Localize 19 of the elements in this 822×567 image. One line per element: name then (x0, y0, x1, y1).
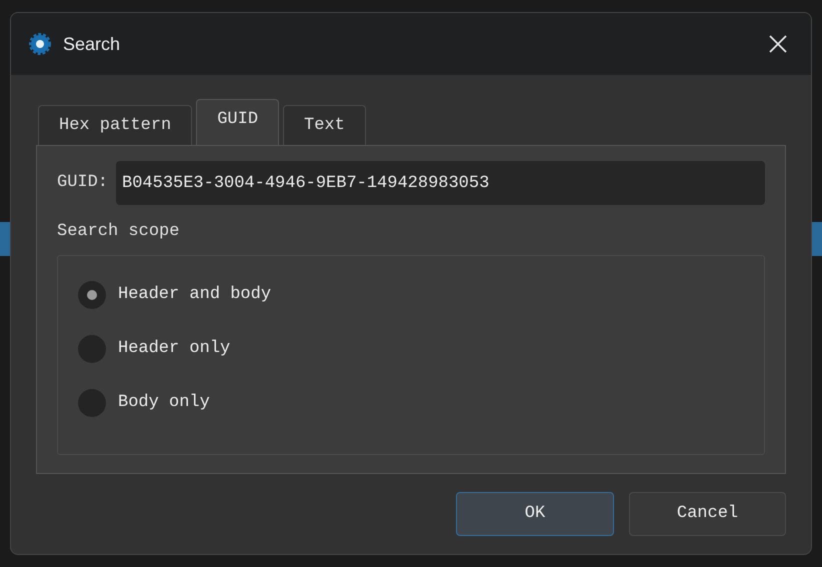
gear-icon (29, 33, 51, 55)
radio-button[interactable] (78, 334, 106, 362)
row-highlight (812, 222, 822, 256)
tab[interactable]: Hex pattern (38, 105, 192, 145)
guid-label: GUID: (57, 172, 108, 194)
radio-button[interactable] (78, 280, 106, 308)
radio-option[interactable]: Body only (78, 388, 744, 416)
section-label: Search scope (57, 221, 180, 243)
tab[interactable]: Text (283, 105, 366, 145)
row-highlight (0, 222, 10, 256)
radio-option[interactable]: Header only (78, 334, 744, 362)
radio-button[interactable] (78, 388, 106, 416)
tab[interactable]: GUID (196, 99, 280, 145)
close-icon (768, 34, 788, 54)
radio-option[interactable]: Header and body (78, 280, 744, 308)
guid-field[interactable]: B04535E3-3004-4946-9EB7-149428983053 (116, 161, 765, 205)
cancel-button[interactable]: Cancel (629, 492, 786, 536)
ok-button[interactable]: OK (456, 492, 614, 536)
window-title: Search (63, 32, 120, 56)
